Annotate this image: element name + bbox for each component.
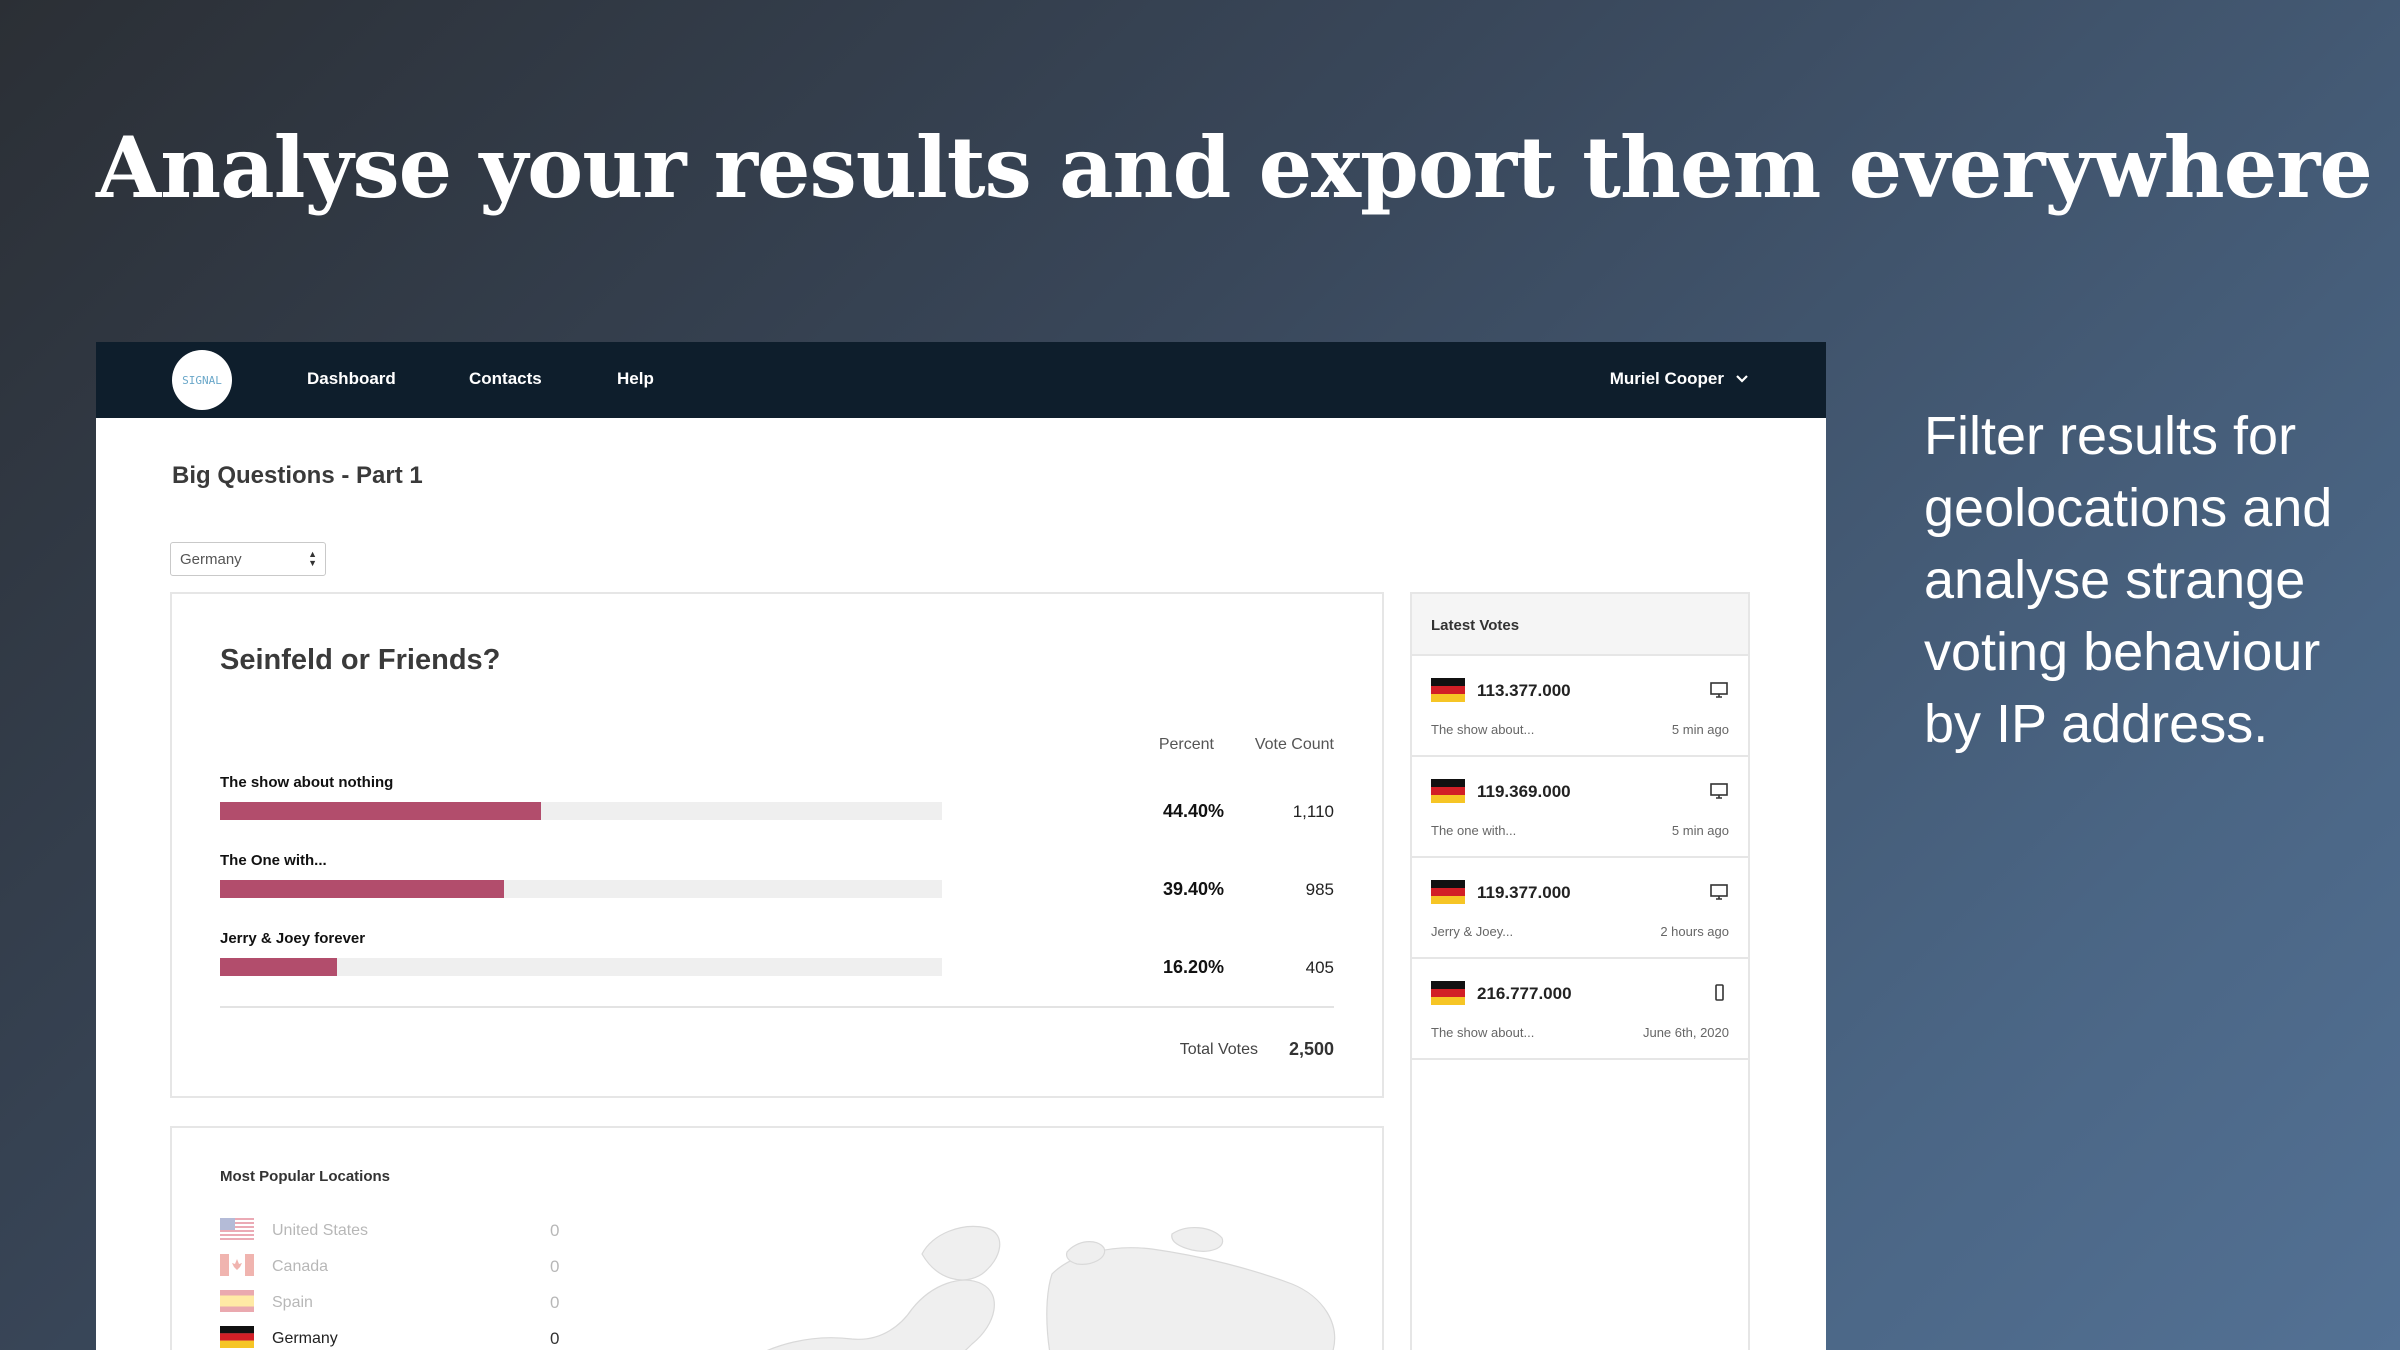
location-row: Canada 0 [220, 1254, 560, 1278]
location-name: Germany [272, 1330, 338, 1347]
vote-time: 2 hours ago [1660, 924, 1729, 939]
location-count: 0 [550, 1329, 560, 1348]
answer-count: 405 [1305, 958, 1334, 977]
location-count: 0 [550, 1257, 560, 1276]
answer-percent: 16.20% [1162, 957, 1224, 977]
question-title: Seinfeld or Friends? [220, 644, 501, 676]
vote-time: June 6th, 2020 [1642, 1025, 1729, 1040]
answer-label: Jerry & Joey forever [220, 930, 366, 947]
location-name: United States [272, 1222, 369, 1239]
desktop-icon [1710, 682, 1728, 698]
germany-flag-icon [1431, 678, 1465, 702]
popular-locations-title: Most Popular Locations [220, 1168, 391, 1185]
answer-count: 985 [1305, 880, 1334, 899]
nav-dashboard[interactable]: Dashboard [307, 369, 396, 389]
results-divider [220, 1006, 1334, 1008]
vote-item[interactable]: 119.369.000 The one with... 5 min ago [1412, 757, 1748, 858]
answer-percent: 39.40% [1162, 879, 1224, 899]
vote-time: 5 min ago [1671, 722, 1729, 737]
nav-contacts[interactable]: Contacts [469, 369, 542, 389]
answer-bar-track [220, 802, 942, 820]
desktop-icon [1710, 884, 1728, 900]
navbar: SIGNAL Dashboard Contacts Help Muriel Co… [96, 342, 1826, 418]
hero-side-text: Filter results for geolocations and anal… [1924, 406, 2333, 754]
location-count: 0 [550, 1293, 560, 1312]
app-window: SIGNAL Dashboard Contacts Help Muriel Co… [96, 342, 1826, 1350]
answer-bar-fill [220, 958, 337, 976]
percent-column-header: Percent [1158, 736, 1214, 753]
user-menu[interactable]: Muriel Cooper [1610, 369, 1750, 389]
vote-count-column-header: Vote Count [1254, 736, 1334, 753]
select-arrows-icon: ▲ ▼ [308, 549, 317, 568]
results-card: Seinfeld or Friends? Percent Vote Count … [170, 592, 1384, 1098]
location-row: Spain 0 [220, 1290, 560, 1314]
user-name: Muriel Cooper [1609, 369, 1724, 388]
vote-ip: 119.369.000 [1477, 782, 1571, 801]
vote-answer: The show about... [1431, 722, 1535, 737]
vote-ip: 119.377.000 [1477, 883, 1571, 902]
location-row: United States 0 [220, 1218, 560, 1242]
vote-ip: 113.377.000 [1477, 681, 1571, 700]
vote-answer: Jerry & Joey... [1431, 924, 1514, 939]
latest-votes-panel: Latest Votes 113.377.000 The show about.… [1410, 592, 1750, 1350]
germany-flag-icon [1431, 880, 1465, 904]
world-map [767, 1225, 1336, 1350]
germany-flag-icon [220, 1326, 254, 1348]
canada-flag-icon [220, 1254, 254, 1276]
answer-bar-fill [220, 802, 541, 820]
spain-flag-icon [220, 1290, 254, 1312]
vote-ip: 216.777.000 [1477, 984, 1572, 1003]
answer-bar-fill [220, 880, 505, 898]
vote-answer: The show about... [1431, 1025, 1535, 1040]
answer-bar-track [220, 958, 942, 976]
nav-help[interactable]: Help [617, 369, 654, 389]
page-title: Big Questions - Part 1 [172, 462, 423, 489]
vote-time: 5 min ago [1671, 823, 1729, 838]
location-name: Spain [272, 1294, 313, 1311]
vote-item[interactable]: 216.777.000 The show about... June 6th, … [1412, 959, 1748, 1060]
answer-bar-track [220, 880, 942, 898]
usa-flag-icon [220, 1218, 254, 1240]
germany-flag-icon [1431, 981, 1465, 1005]
germany-flag-icon [1431, 779, 1465, 803]
desktop-icon [1710, 783, 1728, 799]
location-name: Canada [272, 1258, 329, 1275]
popular-locations-card: Most Popular Locations United States 0 C… [170, 1126, 1384, 1350]
vote-item[interactable]: 119.377.000 Jerry & Joey... 2 hours ago [1412, 858, 1748, 959]
answer-count: 1,110 [1292, 802, 1334, 821]
hero-title: Analyse your results and export them eve… [96, 118, 2373, 217]
total-votes-value: 2,500 [1288, 1039, 1334, 1059]
app-logo[interactable]: SIGNAL [172, 350, 232, 410]
mobile-icon [1715, 984, 1724, 1001]
location-row: Germany 0 [220, 1326, 560, 1350]
country-filter-value: Germany [180, 551, 242, 568]
chevron-down-icon [1736, 375, 1748, 383]
latest-votes-title: Latest Votes [1412, 594, 1748, 656]
location-count: 0 [550, 1221, 560, 1240]
total-votes-label: Total Votes [1179, 1041, 1258, 1058]
answer-label: The show about nothing [220, 774, 394, 791]
vote-item[interactable]: 113.377.000 The show about... 5 min ago [1412, 656, 1748, 757]
country-filter-select[interactable]: Germany ▲ ▼ [170, 542, 326, 576]
vote-answer: The one with... [1431, 823, 1517, 838]
answer-percent: 44.40% [1162, 801, 1224, 821]
answer-label: The One with... [220, 852, 327, 869]
